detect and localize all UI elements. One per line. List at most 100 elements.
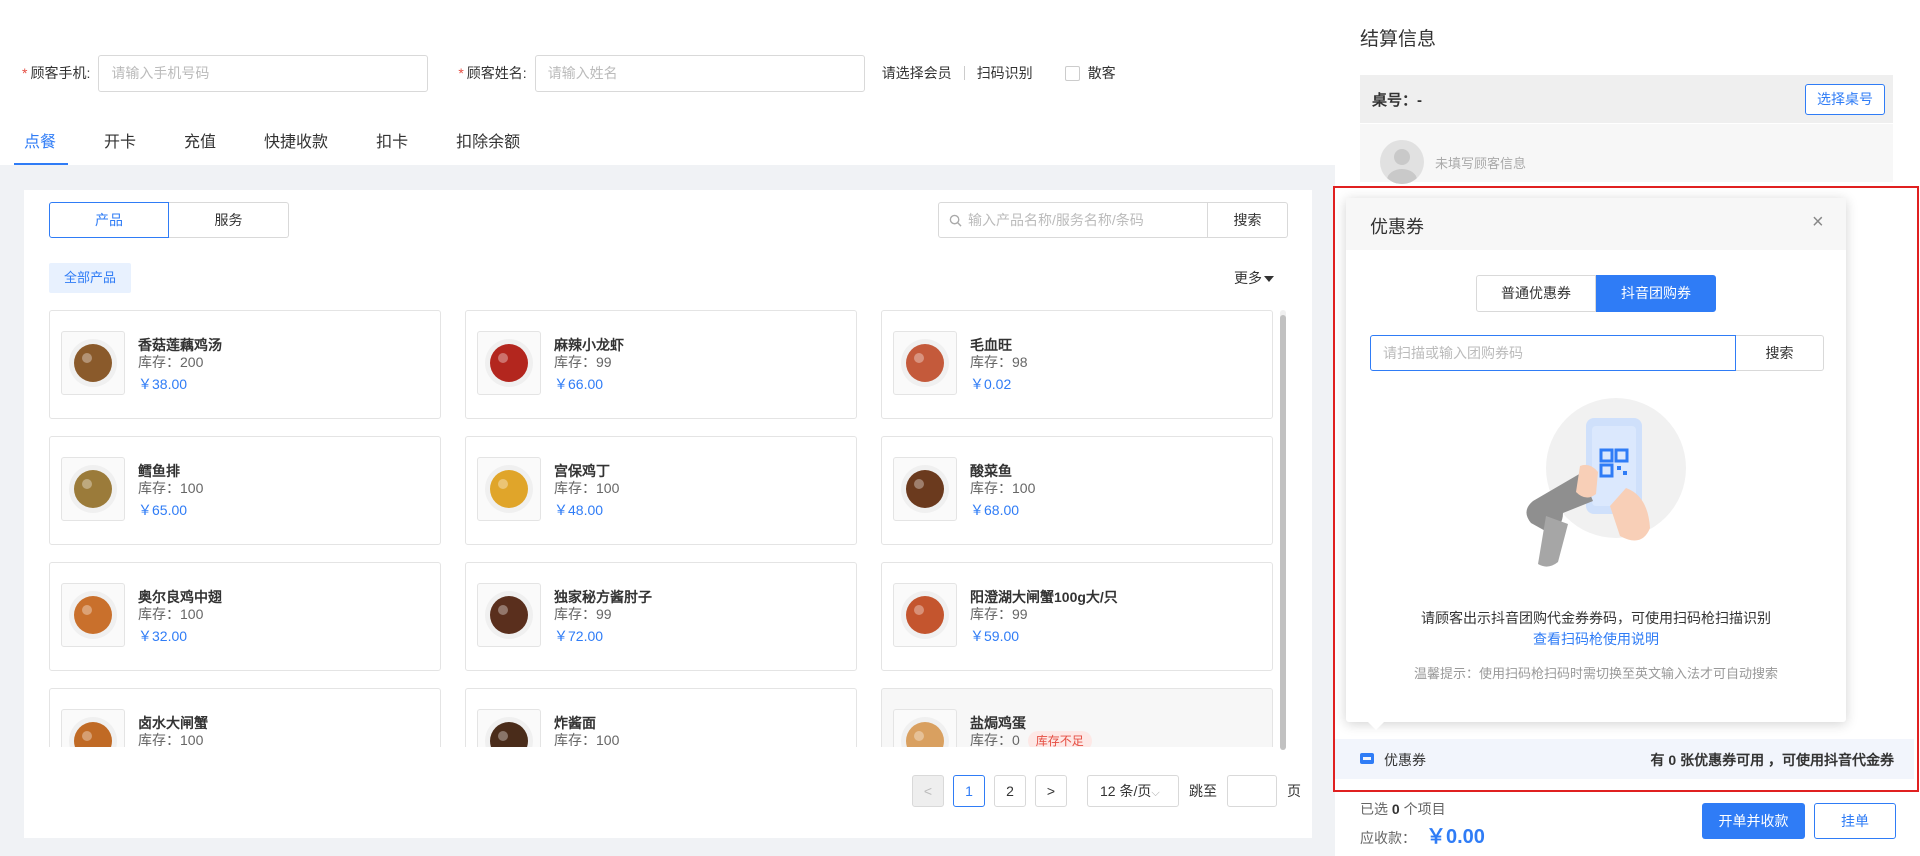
product-stock-value: 库存：98 (970, 354, 1028, 370)
dish-icon (485, 717, 533, 747)
scan-identify-link[interactable]: 扫码识别 (977, 63, 1033, 83)
search-button[interactable]: 搜索 (1208, 202, 1288, 238)
product-card[interactable]: 香菇莲藕鸡汤 库存：200 ￥38.00 (49, 310, 441, 419)
customer-placeholder: 未填写顾客信息 (1435, 156, 1527, 171)
product-stock-value: 库存：99 (554, 354, 612, 370)
product-stock: 库存：100 (138, 604, 203, 624)
product-price: ￥72.00 (554, 628, 604, 644)
tab-quick-pay[interactable]: 快捷收款 (264, 125, 328, 165)
product-card[interactable]: 独家秘方酱肘子 库存：99 ￥72.00 (465, 562, 857, 671)
product-stock: 库存：0 库存不足 (970, 730, 1092, 747)
product-image (893, 331, 957, 395)
search-input[interactable] (968, 212, 1198, 228)
select-member-link[interactable]: 请选择会员 (882, 63, 952, 83)
required-mark: * (458, 65, 464, 81)
settlement-title: 结算信息 (1360, 29, 1437, 50)
tab-recharge[interactable]: 充值 (184, 125, 216, 165)
product-card[interactable]: 麻辣小龙虾 库存：99 ￥66.00 (465, 310, 857, 419)
product-stock: 库存：100 (554, 478, 619, 498)
product-card[interactable]: 酸菜鱼 库存：100 ￥68.00 (881, 436, 1273, 545)
product-stock: 库存：99 (554, 604, 612, 624)
dish-icon (485, 339, 533, 387)
segment-product[interactable]: 产品 (49, 202, 169, 238)
product-price: ￥32.00 (138, 628, 188, 644)
jump-page-input[interactable] (1227, 775, 1277, 807)
name-label: 顾客姓名: (466, 65, 527, 81)
scrollbar-thumb[interactable] (1280, 315, 1286, 750)
product-image (893, 709, 957, 747)
search-input-wrap (938, 202, 1208, 238)
product-card[interactable]: 炸酱面 库存：100 (465, 688, 857, 747)
dish-icon (901, 339, 949, 387)
dish-icon (901, 717, 949, 747)
product-stock-value: 库存：100 (554, 732, 620, 747)
product-stock-value: 库存：100 (138, 606, 204, 622)
avatar (1380, 140, 1424, 184)
product-card[interactable]: 宫保鸡丁 库存：100 ￥48.00 (465, 436, 857, 545)
tab-douyin-coupon[interactable]: 抖音团购券 (1596, 275, 1716, 312)
segment-service[interactable]: 服务 (169, 202, 289, 238)
page-1-button[interactable]: 1 (953, 775, 985, 807)
product-image (477, 709, 541, 747)
name-input[interactable] (534, 54, 865, 92)
selected-prefix: 已选 (1360, 801, 1388, 817)
desk-label: 桌号：- (1372, 92, 1422, 109)
coupon-bar[interactable]: 优惠券 有 0 张优惠券可用 ，可使用抖音代金券 (1334, 739, 1914, 779)
product-card[interactable]: 奥尔良鸡中翅 库存：100 ￥32.00 (49, 562, 441, 671)
dish-icon (69, 717, 117, 747)
product-stock: 库存：200 (138, 352, 203, 372)
tab-order[interactable]: 点餐 (13, 125, 69, 165)
coupon-bar-info: 有 0 张优惠券可用 ，可使用抖音代金券 (1650, 752, 1894, 768)
coupon-search-button[interactable]: 搜索 (1736, 335, 1824, 371)
product-stock: 库存：100 (970, 478, 1035, 498)
page-2-button[interactable]: 2 (994, 775, 1026, 807)
popover-tip: 温馨提示：使用扫码枪扫码时需切换至英文输入法才可自动搜索 (1413, 666, 1778, 681)
scanner-illustration-icon (1526, 398, 1686, 567)
product-grid: 香菇莲藕鸡汤 库存：200 ￥38.00 麻辣小龙虾 库存：99 ￥66.00 毛血旺 库存：… (49, 310, 1299, 747)
tab-deduct-card[interactable]: 扣卡 (376, 125, 408, 165)
next-page-button[interactable]: > (1035, 775, 1067, 807)
product-card[interactable]: 鳕鱼排 库存：100 ￥65.00 (49, 436, 441, 545)
product-card[interactable]: 阳澄湖大闸蟹100g大/只 库存：99 ￥59.00 (881, 562, 1273, 671)
pagination: < 1 2 > 12 条/页⌵ 跳至 页 (912, 775, 1301, 807)
product-image (893, 583, 957, 647)
dish-icon (901, 591, 949, 639)
dish-icon (901, 465, 949, 513)
tab-normal-coupon[interactable]: 普通优惠券 (1476, 275, 1596, 312)
popover-title: 优惠券 (1370, 217, 1424, 237)
tab-open-card[interactable]: 开卡 (104, 125, 136, 165)
product-card[interactable]: 盐焗鸡蛋 库存：0 库存不足 (881, 688, 1273, 747)
product-price: ￥0.02 (970, 376, 1012, 392)
checkout-button[interactable]: 开单并收款 (1702, 803, 1805, 839)
scanner-help-link[interactable]: 查看扫码枪使用说明 (1346, 629, 1846, 649)
walk-in-checkbox[interactable]: 散客 (1064, 63, 1116, 83)
category-all[interactable]: 全部产品 (49, 263, 132, 293)
amount-due-line: 应收款： ￥0.00 (1360, 820, 1485, 849)
product-card[interactable]: 毛血旺 库存：98 ￥0.02 (881, 310, 1273, 419)
product-price: ￥59.00 (970, 628, 1020, 644)
phone-input[interactable] (98, 54, 429, 92)
close-icon[interactable]: × (1812, 211, 1824, 234)
product-card[interactable]: 卤水大闸蟹 库存：100 (49, 688, 441, 747)
order-area: * 顾客手机: * 顾客姓名: 请选择会员 扫码识别 散客 点餐 开卡 充值 快… (0, 0, 1335, 856)
scrollbar[interactable] (1280, 310, 1286, 750)
more-dropdown[interactable]: 更多 (1234, 268, 1274, 288)
hold-order-button[interactable]: 挂单 (1814, 803, 1896, 839)
product-stock-value: 库存：100 (970, 480, 1036, 496)
product-stock: 库存：100 (138, 478, 203, 498)
product-price: ￥38.00 (138, 376, 188, 392)
select-desk-button[interactable]: 选择桌号 (1805, 84, 1885, 115)
dish-icon (69, 339, 117, 387)
product-service-toggle: 产品 服务 (49, 202, 289, 238)
coupon-code-input[interactable] (1370, 335, 1736, 371)
walk-in-label: 散客 (1087, 65, 1116, 81)
caret-down-icon (1264, 276, 1274, 283)
prev-page-button[interactable]: < (912, 775, 944, 807)
dish-icon (69, 465, 117, 513)
due-amount: ￥0.00 (1426, 826, 1485, 848)
coupon-type-tabs: 普通优惠券 抖音团购券 (1476, 275, 1716, 312)
top-panel: * 顾客手机: * 顾客姓名: 请选择会员 扫码识别 散客 点餐 开卡 充值 快… (0, 0, 1335, 165)
page-suffix-label: 页 (1287, 783, 1301, 799)
tab-deduct-balance[interactable]: 扣除余额 (456, 125, 520, 165)
page-size-select[interactable]: 12 条/页⌵ (1087, 775, 1179, 807)
